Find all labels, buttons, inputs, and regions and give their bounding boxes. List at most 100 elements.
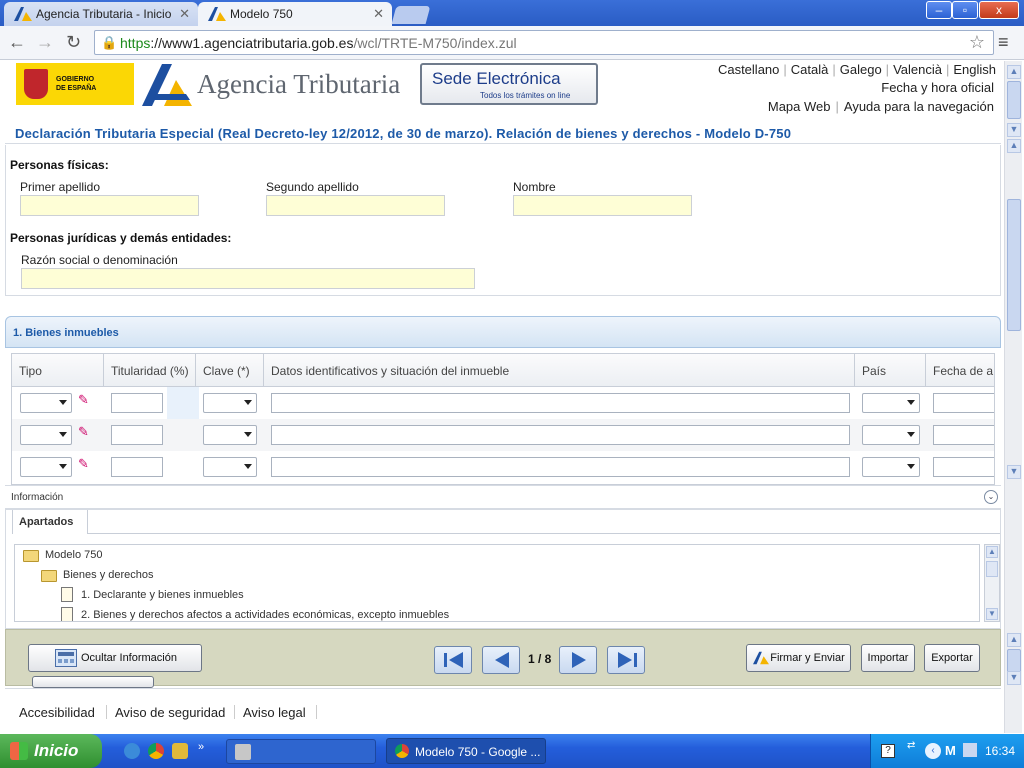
- tab-close-icon[interactable]: ✕: [179, 6, 190, 22]
- scroll-up-icon[interactable]: ▲: [986, 546, 998, 558]
- lang-galego[interactable]: Galego: [840, 62, 882, 77]
- aviso-seguridad-link[interactable]: Aviso de seguridad: [115, 705, 225, 720]
- tipo-select[interactable]: [20, 457, 72, 477]
- clave-select[interactable]: [203, 425, 257, 445]
- tree-item-modelo-750[interactable]: Modelo 750: [45, 549, 103, 561]
- tab-apartados[interactable]: Apartados: [12, 510, 88, 534]
- table-row: ✎: [12, 387, 994, 419]
- hidden-button[interactable]: [32, 676, 154, 688]
- ayuda-navegacion-link[interactable]: Ayuda para la navegación: [844, 99, 994, 114]
- col-pais[interactable]: País: [855, 354, 926, 387]
- scroll-thumb[interactable]: [1007, 81, 1021, 119]
- previous-page-button[interactable]: [482, 646, 520, 674]
- importar-button[interactable]: Importar: [861, 644, 915, 672]
- tray-app-icon[interactable]: [963, 743, 977, 757]
- eraser-icon[interactable]: ✎: [78, 392, 92, 407]
- scroll-down-icon[interactable]: ▼: [1007, 465, 1021, 479]
- bienes-inmuebles-header[interactable]: 1. Bienes inmuebles: [5, 316, 1001, 348]
- mapa-web-link[interactable]: Mapa Web: [768, 99, 831, 114]
- quicklaunch-app-icon[interactable]: [172, 743, 188, 759]
- eraser-icon[interactable]: ✎: [78, 456, 92, 471]
- close-window-button[interactable]: x: [979, 1, 1019, 19]
- chrome-icon[interactable]: [148, 743, 164, 759]
- col-titularidad[interactable]: Titularidad (%): [104, 354, 196, 387]
- fecha-input[interactable]: [933, 457, 994, 477]
- tab-close-icon[interactable]: ✕: [373, 6, 384, 22]
- tipo-select[interactable]: [20, 393, 72, 413]
- pais-select[interactable]: [862, 457, 920, 477]
- minimize-button[interactable]: –: [926, 1, 952, 19]
- browser-tab-inicio[interactable]: Agencia Tributaria - Inicio ✕: [4, 2, 198, 26]
- fecha-hora-link[interactable]: Fecha y hora oficial: [881, 80, 994, 95]
- scroll-down-icon[interactable]: ▼: [1007, 123, 1021, 137]
- tipo-select[interactable]: [20, 425, 72, 445]
- taskbar-item[interactable]: [226, 739, 376, 764]
- forward-arrow-icon[interactable]: →: [36, 32, 54, 53]
- datos-input[interactable]: [271, 457, 850, 477]
- start-button[interactable]: Inicio: [0, 734, 102, 768]
- aviso-legal-link[interactable]: Aviso legal: [243, 705, 306, 720]
- scroll-up-icon[interactable]: ▲: [1007, 139, 1021, 153]
- scroll-up-icon[interactable]: ▲: [1007, 65, 1021, 79]
- address-bar[interactable]: 🔒 https://www1.agenciatributaria.gob.es/…: [94, 30, 994, 55]
- back-tray-icon[interactable]: ‹: [925, 743, 941, 759]
- datos-input[interactable]: [271, 393, 850, 413]
- pais-select[interactable]: [862, 425, 920, 445]
- col-tipo[interactable]: Tipo: [12, 354, 104, 387]
- col-clave[interactable]: Clave (*): [196, 354, 264, 387]
- eraser-icon[interactable]: ✎: [78, 424, 92, 439]
- scroll-down-icon[interactable]: ▼: [1007, 671, 1021, 685]
- titularidad-input[interactable]: [111, 393, 163, 413]
- taskbar-item-chrome[interactable]: Modelo 750 - Google ...: [386, 738, 546, 764]
- new-tab-button[interactable]: [391, 6, 431, 24]
- internet-explorer-icon[interactable]: [124, 743, 140, 759]
- fecha-input[interactable]: [933, 393, 994, 413]
- network-icon[interactable]: ⇄: [907, 740, 915, 751]
- page-scrollbar[interactable]: ▲ ▼ ▲ ▼ ▲ ▼: [1004, 61, 1022, 733]
- exportar-button[interactable]: Exportar: [924, 644, 980, 672]
- next-page-button[interactable]: [559, 646, 597, 674]
- nombre-field[interactable]: [513, 195, 692, 216]
- ocultar-informacion-button[interactable]: Ocultar Información: [28, 644, 202, 672]
- scroll-down-icon[interactable]: ▼: [986, 608, 998, 620]
- reload-icon[interactable]: ↻: [66, 32, 81, 53]
- scroll-thumb[interactable]: [986, 561, 998, 577]
- primer-apellido-field[interactable]: [20, 195, 199, 216]
- titularidad-input[interactable]: [111, 425, 163, 445]
- clave-select[interactable]: [203, 457, 257, 477]
- tree-item-bienes-afectos[interactable]: 2. Bienes y derechos afectos a actividad…: [81, 609, 449, 621]
- m-tray-icon[interactable]: M: [945, 743, 956, 758]
- maximize-button[interactable]: ▫: [952, 1, 978, 19]
- accesibilidad-link[interactable]: Accesibilidad: [19, 705, 95, 720]
- first-page-button[interactable]: [434, 646, 472, 674]
- bookmark-star-icon[interactable]: ☆: [969, 32, 985, 53]
- lang-castellano[interactable]: Castellano: [718, 62, 779, 77]
- sede-electronica-logo[interactable]: Sede Electrónica Todos los trámites on l…: [420, 63, 598, 105]
- firmar-enviar-button[interactable]: Firmar y Enviar: [746, 644, 851, 672]
- browser-tab-modelo-750[interactable]: Modelo 750 ✕: [198, 2, 392, 26]
- col-datos-identificativos[interactable]: Datos identificativos y situación del in…: [264, 354, 855, 387]
- datos-input[interactable]: [271, 425, 850, 445]
- scroll-thumb[interactable]: [1007, 199, 1021, 331]
- chevron-down-icon[interactable]: ⌄: [984, 490, 998, 504]
- last-page-button[interactable]: [607, 646, 645, 674]
- expand-quicklaunch-icon[interactable]: »: [198, 741, 204, 753]
- previous-page-icon: [495, 652, 509, 668]
- razon-social-field[interactable]: [21, 268, 475, 289]
- tree-item-declarante[interactable]: 1. Declarante y bienes inmuebles: [81, 589, 244, 601]
- pais-select[interactable]: [862, 393, 920, 413]
- browser-menu-icon[interactable]: ≡: [998, 32, 1009, 53]
- lang-english[interactable]: English: [953, 62, 996, 77]
- lang-catala[interactable]: Català: [791, 62, 829, 77]
- lang-valencia[interactable]: Valencià: [893, 62, 942, 77]
- tree-scrollbar[interactable]: ▲ ▼: [984, 544, 1000, 622]
- fecha-input[interactable]: [933, 425, 994, 445]
- help-icon[interactable]: ?: [881, 744, 895, 758]
- segundo-apellido-field[interactable]: [266, 195, 445, 216]
- scroll-up-icon[interactable]: ▲: [1007, 633, 1021, 647]
- tree-item-bienes-derechos[interactable]: Bienes y derechos: [63, 569, 154, 581]
- clave-select[interactable]: [203, 393, 257, 413]
- col-fecha[interactable]: Fecha de a: [926, 354, 994, 387]
- titularidad-input[interactable]: [111, 457, 163, 477]
- back-arrow-icon[interactable]: ←: [8, 32, 26, 53]
